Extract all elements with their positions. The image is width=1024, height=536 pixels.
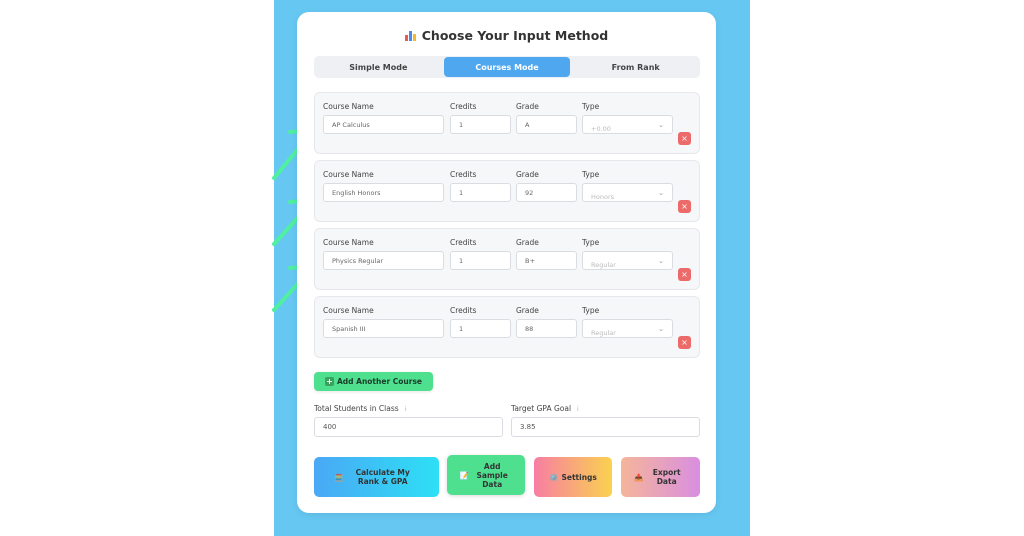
grade-input[interactable]: 88 (516, 319, 577, 338)
course-name-label: Course Name (323, 306, 374, 315)
target-gpa-input[interactable]: 3.85 (511, 417, 700, 437)
grade-label: Grade (516, 306, 539, 315)
grade-label: Grade (516, 170, 539, 179)
credits-label: Credits (450, 306, 477, 315)
settings-button[interactable]: ⚙️ Settings (534, 457, 612, 497)
page-title: Choose Your Input Method (297, 28, 716, 43)
grade-input[interactable]: A (516, 115, 577, 134)
course-name-input[interactable]: AP Calculus (323, 115, 444, 134)
grade-label: Grade (516, 102, 539, 111)
add-course-button[interactable]: + Add Another Course (314, 372, 433, 391)
credits-input[interactable]: 1 (450, 115, 511, 134)
grade-label: Grade (516, 238, 539, 247)
course-name-label: Course Name (323, 238, 374, 247)
delete-course-button[interactable]: × (678, 132, 691, 145)
chevron-down-icon: ⌄ (658, 188, 664, 197)
total-students-label: Total Students in Class i (314, 404, 407, 413)
course-name-input[interactable]: Spanish III (323, 319, 444, 338)
grade-input[interactable]: 92 (516, 183, 577, 202)
grade-input[interactable]: B+ (516, 251, 577, 270)
gear-icon: ⚙️ (549, 472, 559, 482)
credits-label: Credits (450, 238, 477, 247)
course-name-label: Course Name (323, 170, 374, 179)
chevron-down-icon: ⌄ (658, 324, 664, 333)
type-label: Type (582, 102, 600, 111)
type-select[interactable]: +0.00 ⌄ (582, 115, 673, 134)
course-name-input[interactable]: English Honors (323, 183, 444, 202)
info-icon[interactable]: i (405, 406, 407, 413)
type-label: Type (582, 170, 600, 179)
info-icon[interactable]: i (577, 406, 579, 413)
credits-input[interactable]: 1 (450, 251, 511, 270)
delete-course-button[interactable]: × (678, 268, 691, 281)
abacus-icon: 🧮 (334, 472, 344, 482)
tab-courses-mode[interactable]: Courses Mode (443, 57, 571, 77)
credits-input[interactable]: 1 (450, 183, 511, 202)
mode-selector: Simple Mode Courses Mode From Rank (314, 56, 700, 78)
total-students-input[interactable]: 400 (314, 417, 503, 437)
credits-label: Credits (450, 170, 477, 179)
course-row: Course Name Credits Grade Type English H… (314, 160, 700, 222)
chevron-down-icon: ⌄ (658, 256, 664, 265)
add-sample-data-button[interactable]: 📝 Add Sample Data (447, 455, 525, 495)
input-method-card: Choose Your Input Method Simple Mode Cou… (297, 12, 716, 513)
course-row: Course Name Credits Grade Type Physics R… (314, 228, 700, 290)
credits-label: Credits (450, 102, 477, 111)
tab-simple-mode[interactable]: Simple Mode (315, 57, 442, 77)
type-label: Type (582, 306, 600, 315)
bar-chart-icon (404, 30, 417, 41)
memo-icon: 📝 (459, 470, 470, 480)
credits-input[interactable]: 1 (450, 319, 511, 338)
course-name-input[interactable]: Physics Regular (323, 251, 444, 270)
chevron-down-icon: ⌄ (658, 120, 664, 129)
course-row: Course Name Credits Grade Type Spanish I… (314, 296, 700, 358)
target-gpa-label: Target GPA Goal i (511, 404, 579, 413)
export-data-button[interactable]: 📤 Export Data (621, 457, 700, 497)
type-select[interactable]: Honors ⌄ (582, 183, 673, 202)
calculate-button[interactable]: 🧮 Calculate My Rank & GPA (314, 457, 439, 497)
type-select[interactable]: Regular ⌄ (582, 251, 673, 270)
course-row: Course Name Credits Grade Type AP Calcul… (314, 92, 700, 154)
outbox-icon: 📤 (634, 472, 644, 482)
delete-course-button[interactable]: × (678, 336, 691, 349)
plus-icon: + (324, 377, 334, 386)
type-label: Type (582, 238, 600, 247)
delete-course-button[interactable]: × (678, 200, 691, 213)
course-name-label: Course Name (323, 102, 374, 111)
tab-from-rank[interactable]: From Rank (572, 57, 699, 77)
type-select[interactable]: Regular ⌄ (582, 319, 673, 338)
